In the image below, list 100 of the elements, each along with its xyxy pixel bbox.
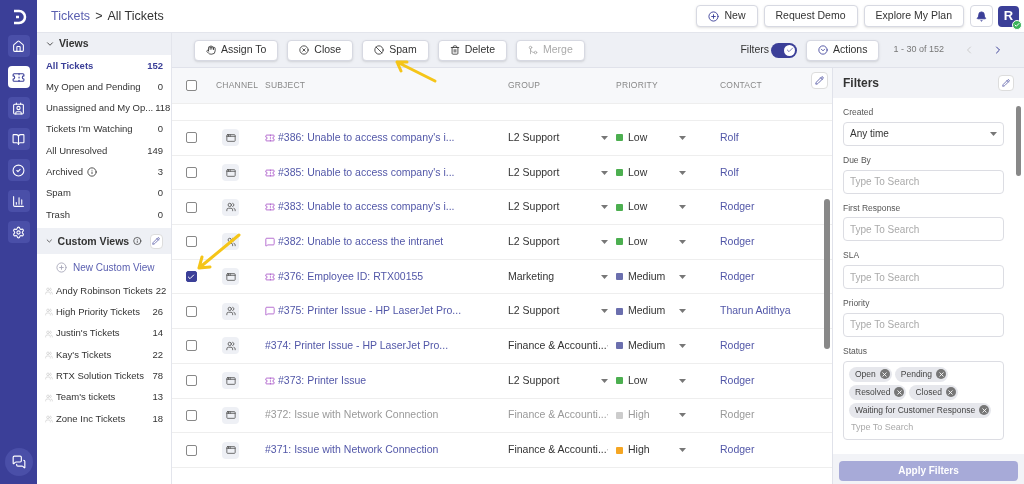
- edit-filters-button[interactable]: [998, 75, 1014, 91]
- nav-button[interactable]: [7, 35, 30, 57]
- ticket-subject-link[interactable]: #376: Employee ID: RTX00155: [278, 268, 424, 285]
- spam-button[interactable]: Spam: [362, 39, 429, 61]
- nav-button[interactable]: [7, 221, 30, 243]
- new-custom-view-link[interactable]: New Custom View: [56, 259, 155, 275]
- ticket-subject-link[interactable]: #385: Unable to access company's i...: [278, 164, 455, 181]
- contact-link[interactable]: Rodger: [720, 338, 755, 354]
- group-dropdown[interactable]: Marketing: [508, 268, 608, 285]
- view-item[interactable]: All Unresolved 149: [37, 140, 171, 162]
- notifications-button[interactable]: [970, 5, 993, 27]
- contact-link[interactable]: Tharun Adithya: [720, 303, 791, 320]
- filter-search-field[interactable]: Type To Search: [843, 217, 1004, 242]
- close-button[interactable]: Close: [287, 39, 354, 61]
- custom-view-item[interactable]: Team's tickets 13: [37, 386, 171, 409]
- priority-dropdown[interactable]: Low: [616, 199, 686, 216]
- nav-button[interactable]: [7, 159, 30, 181]
- row-checkbox[interactable]: [185, 409, 197, 421]
- delete-button[interactable]: Delete: [437, 39, 507, 61]
- view-item[interactable]: Trash 0: [37, 204, 171, 226]
- view-item[interactable]: Tickets I'm Watching 0: [37, 118, 171, 141]
- custom-view-item[interactable]: Andy Robinson Tickets 22: [37, 280, 171, 302]
- ticket-subject-link[interactable]: #371: Issue with Network Connection: [265, 442, 439, 458]
- views-header[interactable]: Views: [37, 33, 171, 55]
- custom-view-item[interactable]: Justin's Tickets 14: [37, 322, 171, 345]
- priority-dropdown[interactable]: Medium: [616, 303, 686, 320]
- contact-link[interactable]: Rolf: [720, 164, 739, 181]
- ticket-subject-link[interactable]: #373: Printer Issue: [278, 372, 367, 389]
- view-item[interactable]: All Tickets 152: [37, 55, 171, 77]
- created-select[interactable]: Any time: [843, 121, 1004, 146]
- filter-search-field[interactable]: Type To Search: [843, 312, 1004, 337]
- custom-view-item[interactable]: High Priority Tickets 26: [37, 301, 171, 323]
- view-item[interactable]: Spam 0: [37, 182, 171, 205]
- group-dropdown[interactable]: L2 Support: [508, 199, 608, 216]
- priority-dropdown[interactable]: High: [616, 442, 686, 458]
- group-dropdown[interactable]: L2 Support: [508, 164, 608, 181]
- remove-icon[interactable]: [894, 387, 905, 397]
- group-dropdown[interactable]: L2 Support: [508, 303, 608, 320]
- remove-icon[interactable]: [879, 369, 890, 379]
- filter-search-field[interactable]: Type To Search: [843, 265, 1004, 289]
- contact-link[interactable]: Rodger: [720, 268, 755, 285]
- contact-link[interactable]: Rodger: [720, 234, 755, 250]
- user-avatar[interactable]: R: [998, 5, 1019, 27]
- row-checkbox[interactable]: [185, 132, 197, 144]
- ticket-subject-link[interactable]: #386: Unable to access company's i...: [278, 129, 455, 146]
- row-checkbox[interactable]: [185, 236, 197, 248]
- priority-dropdown[interactable]: Medium: [616, 268, 686, 285]
- group-dropdown[interactable]: Finance & Accounti...: [508, 442, 608, 458]
- ticket-subject-link[interactable]: #383: Unable to access company's i...: [278, 199, 455, 216]
- group-dropdown[interactable]: Finance & Accounti...: [508, 338, 608, 354]
- status-chip-field[interactable]: Open Pending Resolved Closed Waiting for Customer Response Type To Search: [843, 360, 1004, 440]
- view-item[interactable]: Unassigned and My Op... 118: [37, 97, 171, 119]
- priority-dropdown[interactable]: Low: [616, 372, 686, 389]
- chat-button[interactable]: [4, 448, 33, 476]
- filter-search-field[interactable]: Type To Search: [843, 169, 1004, 194]
- remove-icon[interactable]: [936, 369, 946, 379]
- edit-columns-button[interactable]: [811, 72, 828, 89]
- ticket-subject-link[interactable]: #375: Printer Issue - HP LaserJet Pro...: [278, 303, 462, 320]
- priority-dropdown[interactable]: Low: [616, 164, 686, 181]
- priority-dropdown[interactable]: Low: [616, 234, 686, 250]
- row-checkbox[interactable]: [185, 340, 197, 352]
- ticket-subject-link[interactable]: #382: Unable to access the intranet: [278, 234, 444, 250]
- status-chip: Open: [849, 366, 892, 382]
- priority-dropdown[interactable]: Medium: [616, 338, 686, 354]
- actions-button[interactable]: Actions: [806, 39, 880, 61]
- nav-button[interactable]: [7, 128, 30, 150]
- row-checkbox[interactable]: [185, 201, 197, 213]
- priority-dropdown[interactable]: Low: [616, 129, 686, 146]
- assign-button[interactable]: Assign To: [194, 39, 279, 61]
- contact-link[interactable]: Rodger: [720, 442, 755, 458]
- group-dropdown[interactable]: L2 Support: [508, 234, 608, 250]
- nav-button[interactable]: [7, 66, 30, 88]
- group-dropdown[interactable]: L2 Support: [508, 372, 608, 389]
- row-checkbox[interactable]: [185, 167, 197, 179]
- row-checkbox[interactable]: [185, 80, 197, 91]
- custom-view-item[interactable]: RTX Solution Tickets 78: [37, 365, 171, 387]
- remove-icon[interactable]: [945, 387, 956, 397]
- row-checkbox[interactable]: [185, 271, 197, 283]
- nav-button[interactable]: [7, 97, 30, 119]
- remove-icon[interactable]: [979, 405, 990, 415]
- header-button[interactable]: Request Demo: [763, 5, 858, 27]
- contact-card-icon: [12, 101, 25, 115]
- contact-link[interactable]: Rodger: [720, 372, 755, 389]
- filters-toggle[interactable]: [771, 42, 797, 58]
- breadcrumb-link[interactable]: Tickets: [51, 6, 91, 26]
- edit-button[interactable]: [149, 233, 163, 249]
- row-checkbox[interactable]: [185, 375, 197, 387]
- custom-view-item[interactable]: Kay's Tickets 22: [37, 344, 171, 366]
- view-item[interactable]: My Open and Pending 0: [37, 76, 171, 98]
- nav-button[interactable]: [7, 190, 30, 212]
- view-item[interactable]: Archived 3: [37, 161, 171, 183]
- ticket-subject-link[interactable]: #374: Printer Issue - HP LaserJet Pro...: [265, 338, 449, 354]
- contact-link[interactable]: Rodger: [720, 199, 755, 216]
- contact-link[interactable]: Rolf: [720, 129, 739, 146]
- row-checkbox[interactable]: [185, 305, 197, 317]
- group-dropdown[interactable]: L2 Support: [508, 129, 608, 146]
- row-checkbox[interactable]: [185, 444, 197, 456]
- custom-view-item[interactable]: Zone Inc Tickets 18: [37, 408, 171, 430]
- header-button[interactable]: Explore My Plan: [863, 5, 964, 27]
- new-button[interactable]: New: [696, 5, 758, 27]
